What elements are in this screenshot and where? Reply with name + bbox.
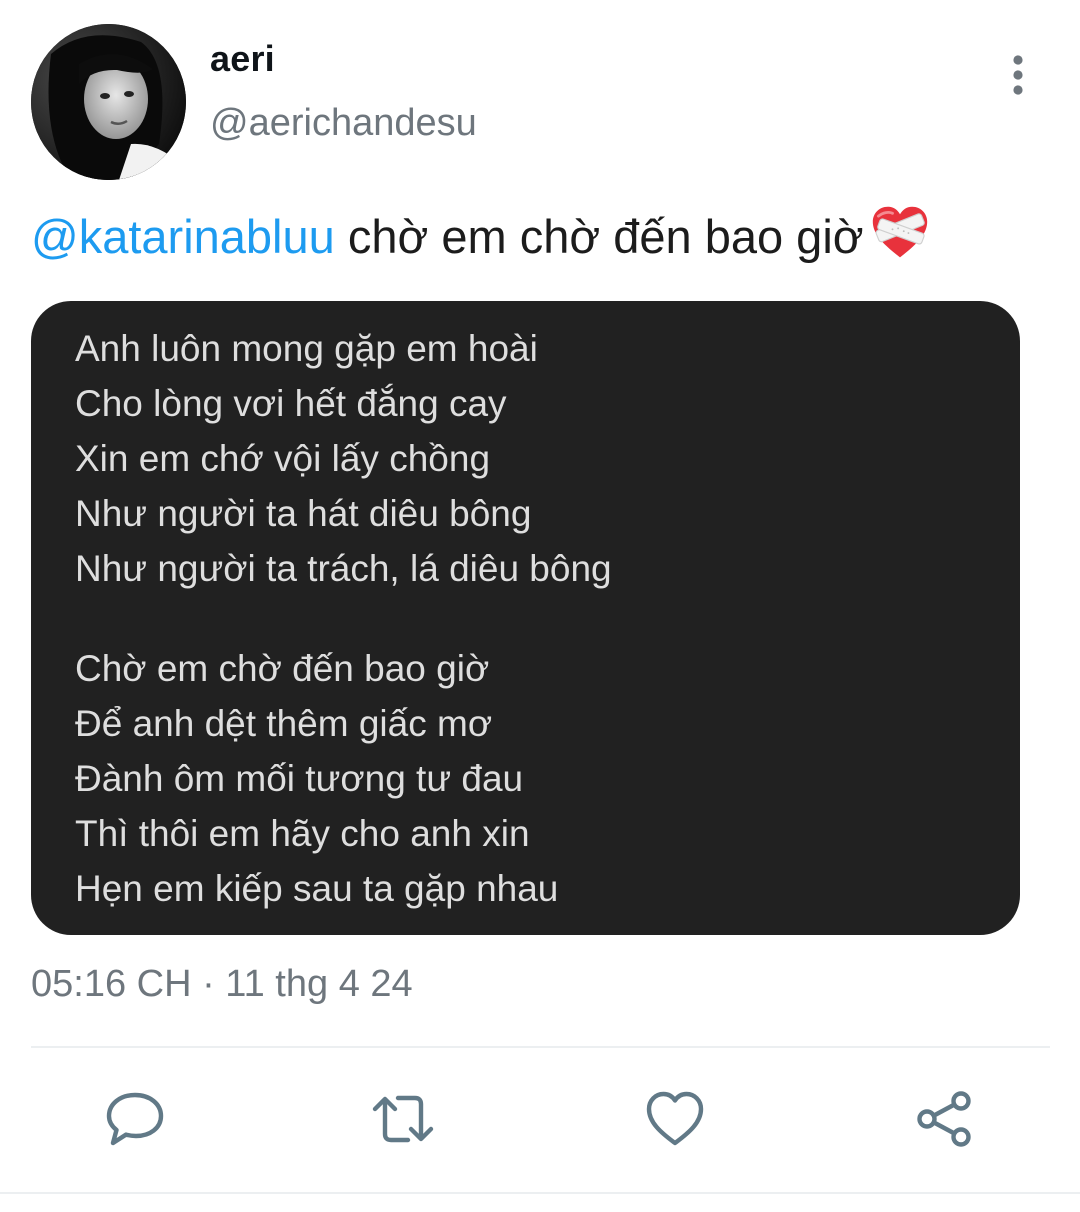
mention-link[interactable]: @katarinabluu xyxy=(31,210,335,263)
lyric-line: Chờ em chờ đến bao giờ xyxy=(75,648,490,689)
share-button[interactable] xyxy=(914,1088,976,1150)
user-handle[interactable]: @aerichandesu xyxy=(210,102,477,145)
like-button[interactable] xyxy=(644,1088,706,1150)
lyric-line: Thì thôi em hãy cho anh xin xyxy=(75,813,530,854)
tweet-text: @katarinabluu chờ em chờ đến bao giờ xyxy=(31,203,930,268)
retweet-button[interactable] xyxy=(372,1088,434,1150)
lyrics-stanza: Anh luôn mong gặp em hoài Cho lòng vơi h… xyxy=(75,321,1020,596)
share-icon xyxy=(917,1091,971,1147)
lyric-line: Hẹn em kiếp sau ta gặp nhau xyxy=(75,868,559,909)
vertical-dots-icon xyxy=(1013,55,1023,95)
tweet-body: chờ em chờ đến bao giờ xyxy=(347,210,864,263)
retweet-icon xyxy=(372,1095,434,1143)
tweet-timestamp[interactable]: 05:16 CH · 11 thg 4 24 xyxy=(31,963,413,1006)
lyric-line: Anh luôn mong gặp em hoài xyxy=(75,328,538,369)
avatar[interactable] xyxy=(31,24,186,180)
reply-icon xyxy=(106,1092,164,1146)
lyric-line: Xin em chớ vội lấy chồng xyxy=(75,438,491,479)
lyric-line: Như người ta trách, lá diêu bông xyxy=(75,548,612,589)
lyrics-text-card: Anh luôn mong gặp em hoài Cho lòng vơi h… xyxy=(31,301,1020,935)
avatar-photo xyxy=(31,24,186,180)
more-options-button[interactable] xyxy=(996,50,1040,100)
mending-heart-emoji-icon xyxy=(870,203,930,263)
lyric-line: Như người ta hát diêu bông xyxy=(75,493,532,534)
bottom-divider xyxy=(0,1192,1080,1194)
reply-button[interactable] xyxy=(104,1088,166,1150)
lyric-line: Đành ôm mối tương tư đau xyxy=(75,758,524,799)
divider xyxy=(31,1046,1050,1048)
lyrics-stanza: Chờ em chờ đến bao giờ Để anh dệt thêm g… xyxy=(75,641,1020,916)
like-icon xyxy=(646,1091,704,1146)
display-name[interactable]: aeri xyxy=(210,38,275,80)
lyric-line: Cho lòng vơi hết đắng cay xyxy=(75,383,507,424)
lyric-line: Để anh dệt thêm giấc mơ xyxy=(75,703,493,744)
